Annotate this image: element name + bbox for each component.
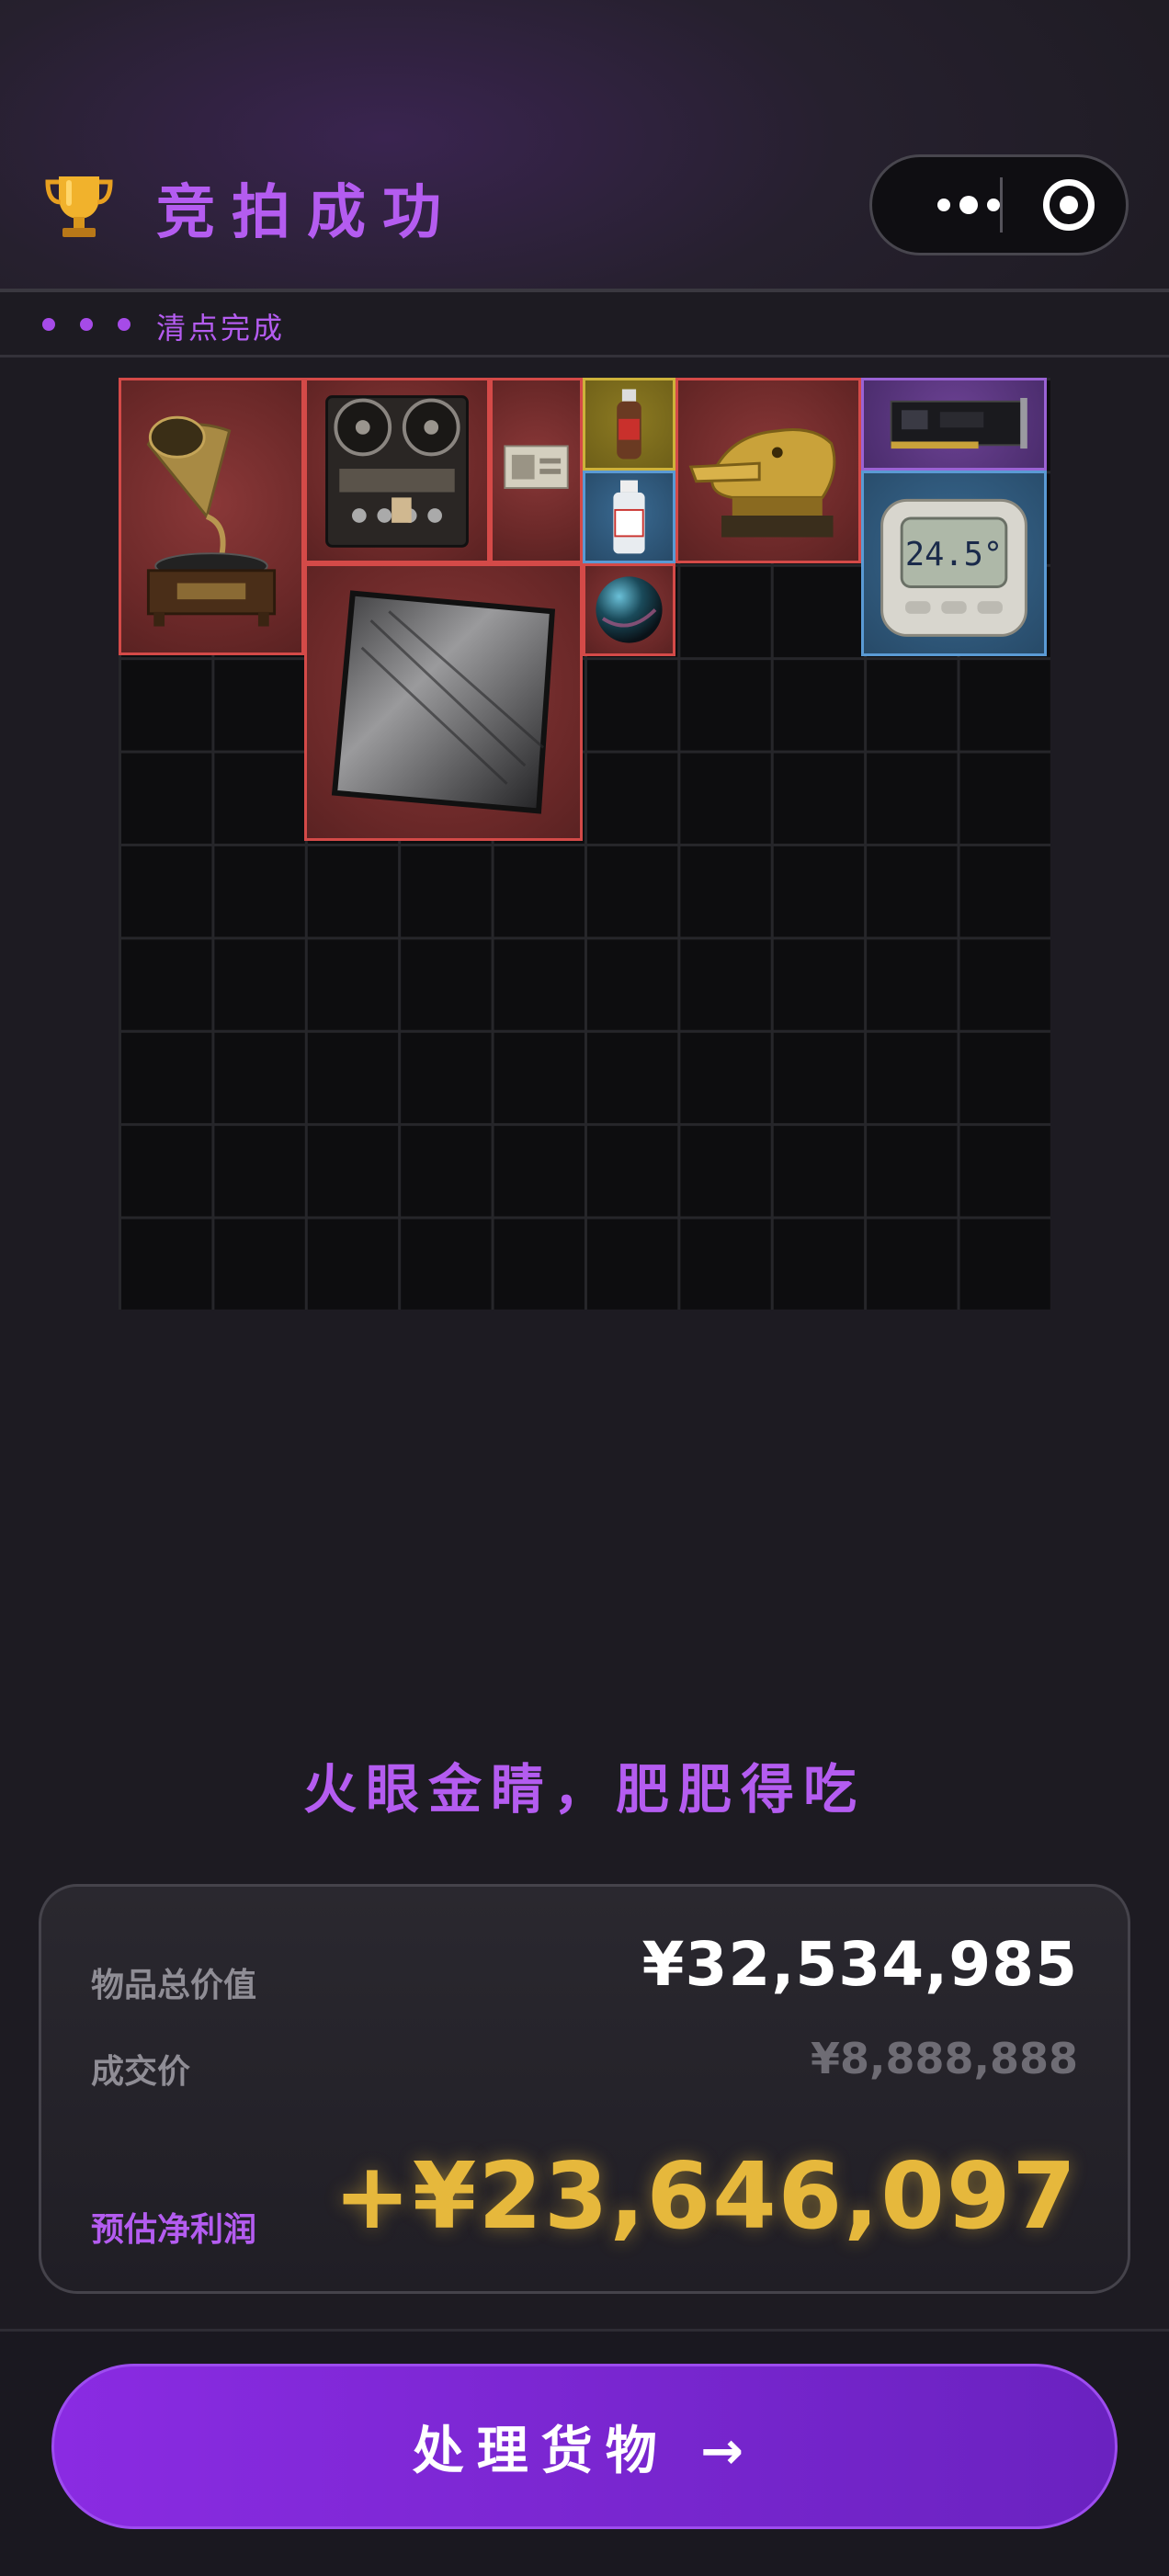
deal-price-label: 成交价 xyxy=(91,2053,191,2091)
item-carbon-fiber-plate[interactable] xyxy=(304,563,583,841)
total-value-label: 物品总价值 xyxy=(91,1967,257,2004)
total-value: ¥32,534,985 xyxy=(641,1929,1078,2000)
item-sound-card[interactable] xyxy=(861,378,1047,471)
item-small-bottle[interactable] xyxy=(583,378,675,471)
profit-label: 预估净利润 xyxy=(91,2211,257,2249)
svg-text:24.5°: 24.5° xyxy=(905,536,1003,573)
item-gramophone[interactable] xyxy=(119,378,304,655)
item-reel-to-reel-tape-recorder[interactable] xyxy=(304,378,490,563)
status-dot xyxy=(42,318,55,331)
trophy-icon xyxy=(45,176,113,237)
item-medicine-bottle[interactable] xyxy=(583,471,675,563)
capsule-divider xyxy=(1000,177,1003,233)
more-dots-icon[interactable] xyxy=(909,157,1028,253)
item-banknote[interactable] xyxy=(490,378,583,563)
item-digital-thermometer[interactable]: 24.5° xyxy=(861,471,1047,656)
process-goods-button[interactable]: 处理货物 → xyxy=(51,2364,1118,2529)
target-icon[interactable] xyxy=(1043,179,1095,231)
slogan: 火眼金睛，肥肥得吃 xyxy=(302,1758,866,1821)
inventory-grid: 24.5° xyxy=(119,378,1050,1310)
status-dot xyxy=(118,318,131,331)
header: 竞拍成功 xyxy=(0,0,1169,292)
mini-program-capsule xyxy=(869,154,1129,255)
deal-price-value: ¥8,888,888 xyxy=(810,2034,1078,2083)
status-dot xyxy=(80,318,93,331)
page-title: 竞拍成功 xyxy=(156,179,458,247)
profit-value: +¥23,646,097 xyxy=(334,2142,1078,2250)
item-golden-crocodile-head-statue[interactable] xyxy=(675,378,861,563)
status-bar: 清点完成 xyxy=(0,292,1169,357)
item-iridescent-orb[interactable] xyxy=(583,563,675,656)
summary-card: 物品总价值 ¥32,534,985 成交价 ¥8,888,888 预估净利润 +… xyxy=(39,1884,1130,2294)
status-label: 清点完成 xyxy=(156,311,286,346)
